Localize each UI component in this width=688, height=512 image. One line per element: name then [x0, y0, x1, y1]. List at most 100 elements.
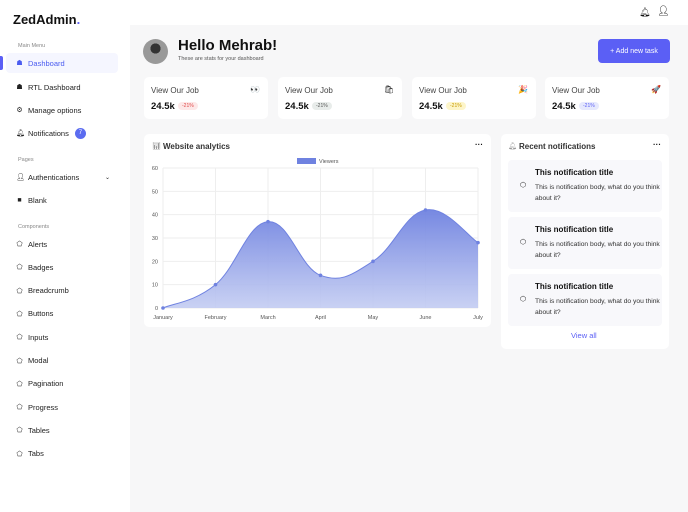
- stat-title: View Our Job: [285, 86, 333, 95]
- sidebar-item-modal[interactable]: ⬠ Modal: [6, 351, 118, 371]
- sidebar-item-buttons[interactable]: ⬠ Buttons: [6, 304, 118, 324]
- stat-value: 24.5k: [285, 101, 309, 112]
- avatar: [143, 39, 168, 64]
- stat-change-badge: -21%: [312, 102, 332, 110]
- sidebar-item-breadcrumb[interactable]: ⬠ Breadcrumb: [6, 281, 118, 301]
- brand-logo[interactable]: ZedAdmin.: [13, 12, 80, 27]
- sidebar-item-pagination[interactable]: ⬠ Pagination: [6, 374, 118, 394]
- sidebar-item-authentications[interactable]: 👤︎ Authentications ⌄: [6, 167, 118, 187]
- sidebar-item-tables[interactable]: ⬠ Tables: [6, 420, 118, 440]
- dashboard-icon: ☗: [16, 60, 23, 67]
- notifications-title: Recent notifications: [519, 142, 596, 151]
- x-tick-label: April: [315, 315, 326, 321]
- y-tick-label: 40: [152, 213, 158, 219]
- data-point: [213, 282, 218, 287]
- cube-icon: ⬡: [520, 182, 527, 189]
- chevron-down-icon: ⌄: [104, 174, 110, 181]
- data-point: [423, 208, 428, 212]
- notification-count-badge: 7: [74, 127, 86, 139]
- view-all-link[interactable]: View all: [571, 331, 597, 340]
- bell-icon: 🔔︎: [508, 143, 517, 150]
- section-components: Components: [18, 224, 50, 230]
- notification-title: This notification title: [535, 225, 614, 234]
- stat-card[interactable]: View Our Job 👀 24.5k -21%: [144, 77, 268, 119]
- stat-change-badge: -21%: [579, 102, 599, 110]
- add-task-button[interactable]: + Add new task: [598, 39, 670, 63]
- cube-icon: ⬡: [520, 296, 527, 303]
- sidebar-item-blank[interactable]: ■ Blank: [6, 190, 118, 210]
- notification-item[interactable]: ⬡ This notification title This is notifi…: [508, 160, 662, 212]
- legend-label: Viewers: [319, 159, 339, 165]
- notification-body: This is notification body, what do you t…: [535, 298, 660, 316]
- page-title: Hello Mehrab!: [178, 37, 278, 54]
- sidebar-item-tabs[interactable]: ⬠ Tabs: [6, 444, 118, 464]
- x-tick-label: February: [204, 315, 226, 321]
- sidebar-item-manage-options[interactable]: ⚙ Manage options: [6, 100, 118, 120]
- x-tick-label: January: [153, 315, 173, 321]
- cube-icon: ⬡: [520, 239, 527, 246]
- analytics-card: 📊︎ Website analytics ··· 0 10 20 30 40 50 60 Ja…: [144, 134, 491, 327]
- component-icon: ⬠: [16, 380, 23, 388]
- notification-title: This notification title: [535, 282, 614, 291]
- sidebar-item-badges[interactable]: ⬠ Badges: [6, 257, 118, 277]
- dashboard-icon: ☗: [16, 84, 23, 91]
- sidebar-item-label: Alerts: [28, 239, 48, 249]
- notifications-more-button[interactable]: ···: [653, 140, 661, 149]
- stat-title: View Our Job: [151, 86, 199, 95]
- component-icon: ⬠: [16, 404, 23, 412]
- stat-value: 24.5k: [552, 101, 576, 112]
- sidebar-item-label: Pagination: [28, 379, 64, 389]
- bell-icon: 🔔︎: [16, 130, 25, 137]
- sidebar-item-label: Buttons: [28, 309, 54, 319]
- data-point: [161, 306, 165, 310]
- notification-item[interactable]: ⬡ This notification title This is notifi…: [508, 274, 662, 326]
- data-point: [318, 273, 323, 278]
- sidebar-item-label: Tables: [28, 425, 50, 435]
- top-bar: 🔔︎ 👤︎: [130, 0, 688, 25]
- stat-change-badge: -21%: [178, 102, 198, 110]
- stat-card[interactable]: View Our Job 🚀 24.5k -21%: [545, 77, 669, 119]
- sidebar-item-label: Inputs: [28, 332, 49, 342]
- sidebar-item-progress[interactable]: ⬠ Progress: [6, 397, 118, 417]
- data-point: [476, 240, 480, 245]
- notification-item[interactable]: ⬡ This notification title This is notifi…: [508, 217, 662, 269]
- stat-change-badge: -21%: [446, 102, 466, 110]
- section-pages: Pages: [18, 157, 34, 163]
- stat-card[interactable]: View Our Job 🎉 24.5k -21%: [412, 77, 536, 119]
- notification-body: This is notification body, what do you t…: [535, 184, 660, 202]
- y-tick-label: 60: [152, 166, 158, 172]
- sidebar-item-label: Breadcrumb: [28, 286, 69, 296]
- y-tick-label: 0: [155, 306, 158, 312]
- brand-name: ZedAdmin: [13, 12, 77, 27]
- stat-value: 24.5k: [151, 101, 175, 112]
- stat-title: View Our Job: [419, 86, 467, 95]
- x-tick-label: June: [420, 315, 432, 321]
- component-icon: ⬠: [16, 427, 23, 435]
- y-tick-label: 10: [152, 283, 158, 289]
- stat-card[interactable]: View Our Job 🛍 24.5k -21%: [278, 77, 402, 119]
- user-icon[interactable]: 👤︎: [657, 6, 670, 17]
- component-icon: ⬠: [16, 357, 23, 365]
- x-tick-label: July: [473, 315, 483, 321]
- sidebar-item-label: RTL Dashboard: [28, 82, 81, 92]
- data-point: [371, 259, 375, 264]
- component-icon: ⬠: [16, 264, 23, 272]
- sidebar-item-label: Progress: [28, 402, 59, 412]
- data-point: [266, 219, 270, 224]
- sidebar-item-alerts[interactable]: ⬠ Alerts: [6, 234, 118, 254]
- stat-emoji-icon: 🎉: [518, 85, 528, 94]
- y-tick-label: 20: [152, 259, 158, 265]
- component-icon: ⬠: [16, 450, 23, 458]
- legend-swatch: [297, 158, 316, 164]
- component-icon: ⬠: [16, 241, 23, 248]
- sidebar-item-notifications[interactable]: 🔔︎ Notifications 7: [6, 123, 118, 143]
- active-indicator: [0, 56, 3, 70]
- sidebar-item-dashboard[interactable]: ☗ Dashboard: [6, 53, 118, 73]
- bell-icon[interactable]: 🔔︎: [639, 7, 650, 18]
- y-tick-label: 30: [152, 236, 158, 242]
- stat-emoji-icon: 🚀: [651, 85, 661, 94]
- brand-dot: .: [76, 12, 81, 27]
- sidebar-item-inputs[interactable]: ⬠ Inputs: [6, 327, 118, 347]
- page-subtitle: These are stats for your dashboard: [178, 56, 264, 62]
- sidebar-item-rtl-dashboard[interactable]: ☗ RTL Dashboard: [6, 77, 118, 97]
